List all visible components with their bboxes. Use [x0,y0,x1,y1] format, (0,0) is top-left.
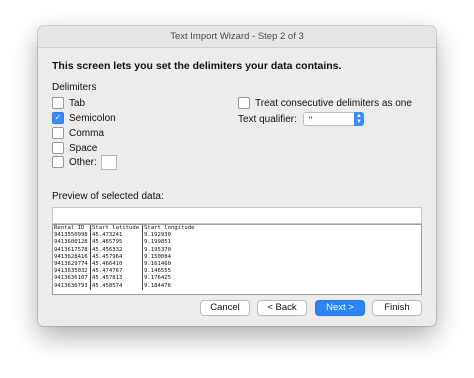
preview-row: 9413635032 45.474767 9.146555 [53,268,421,276]
preview-cell: 45.457813 [90,275,123,283]
other-checkbox[interactable] [52,156,64,168]
delimiter-tab-option[interactable]: Tab [52,96,85,110]
delimiter-semicolon-option[interactable]: ✓ Semicolon [52,111,116,125]
delimiter-other-option[interactable]: Other: [52,154,117,170]
tab-label: Tab [69,97,86,109]
preview-row: 9413617578 45.456332 9.195370 [53,246,421,254]
preview-row: 9413629774 45.466410 9.161460 [53,260,421,269]
data-preview[interactable]: Rental ID Start latitude Start longitude… [52,224,422,295]
preview-cell: 9413628416 [54,253,88,260]
text-import-wizard-window: Text Import Wizard - Step 2 of 3 This sc… [38,26,436,326]
text-qualifier-label: Text qualifier: [238,114,297,125]
preview-row: 9413636107 45.457813 9.176425 [53,275,421,283]
preview-label: Preview of selected data: [52,191,164,202]
preview-cell: 9413629774 [54,260,88,267]
preview-cell: 9413636107 [54,275,88,282]
preview-cell: 45.473241 [90,232,123,240]
preview-row: 9413628416 45.457964 9.150084 [53,253,421,261]
delimiters-label: Delimiters [52,82,97,93]
consecutive-delimiters-option[interactable]: Treat consecutive delimiters as one [238,96,412,110]
preview-ruler [52,207,422,224]
preview-cell: 9.150084 [142,253,171,261]
back-button[interactable]: < Back [257,300,307,316]
preview-cell: 9413600128 [54,239,88,246]
preview-cell: 45.457964 [90,253,123,261]
preview-cell: 45.456332 [90,246,123,254]
intro-text: This screen lets you set the delimiters … [52,60,342,72]
preview-cell: 9413635032 [54,268,88,275]
consecutive-checkbox[interactable] [238,97,250,109]
cancel-button[interactable]: Cancel [200,300,250,316]
other-label: Other: [69,156,97,168]
preview-cell: Start latitude [90,225,140,233]
preview-cell: Start longitude [142,225,195,233]
space-checkbox[interactable] [52,142,64,154]
delimiter-comma-option[interactable]: Comma [52,126,104,140]
comma-checkbox[interactable] [52,127,64,139]
preview-cell: 9.146555 [142,268,171,276]
preview-cell: 9413550998 [54,232,88,239]
preview-cell: 9413617578 [54,246,88,253]
consecutive-label: Treat consecutive delimiters as one [255,97,412,109]
preview-cell: 45.458574 [90,282,123,290]
comma-label: Comma [69,127,105,139]
preview-cell: 9.184476 [142,282,171,290]
preview-cell: Rental ID [54,225,85,231]
text-qualifier-select[interactable]: " ▲ ▼ [303,112,364,126]
delimiter-space-option[interactable]: Space [52,141,97,155]
semicolon-checkbox[interactable]: ✓ [52,112,64,124]
tab-checkbox[interactable] [52,97,64,109]
preview-row: 9413600128 45.465795 9.199851 [53,239,421,247]
preview-cell: 45.465795 [90,239,123,247]
preview-cell: 45.466410 [90,260,123,269]
preview-cell: 9.161460 [142,260,171,269]
next-button[interactable]: Next > [315,300,365,316]
checkmark-icon: ✓ [54,113,62,122]
up-down-arrows-icon: ▲ ▼ [354,112,364,126]
preview-row: 9413550998 45.473241 9.192930 [53,232,421,240]
preview-cell: 9413636793 [54,282,88,289]
preview-cell: 9.199851 [142,239,171,247]
other-delimiter-input[interactable] [100,154,117,170]
preview-cell: 45.474767 [90,268,123,276]
preview-cell: 9.192930 [142,232,171,240]
preview-cell: 9.176425 [142,275,171,283]
preview-header-row: Rental ID Start latitude Start longitude [53,225,421,233]
preview-row: 9413636793 45.458574 9.184476 [53,282,421,290]
semicolon-label: Semicolon [69,112,116,124]
window-title: Text Import Wizard - Step 2 of 3 [38,26,436,48]
space-label: Space [69,142,98,154]
preview-cell: 9.195370 [142,246,171,254]
finish-button[interactable]: Finish [372,300,422,316]
text-qualifier-value: " [309,115,313,125]
